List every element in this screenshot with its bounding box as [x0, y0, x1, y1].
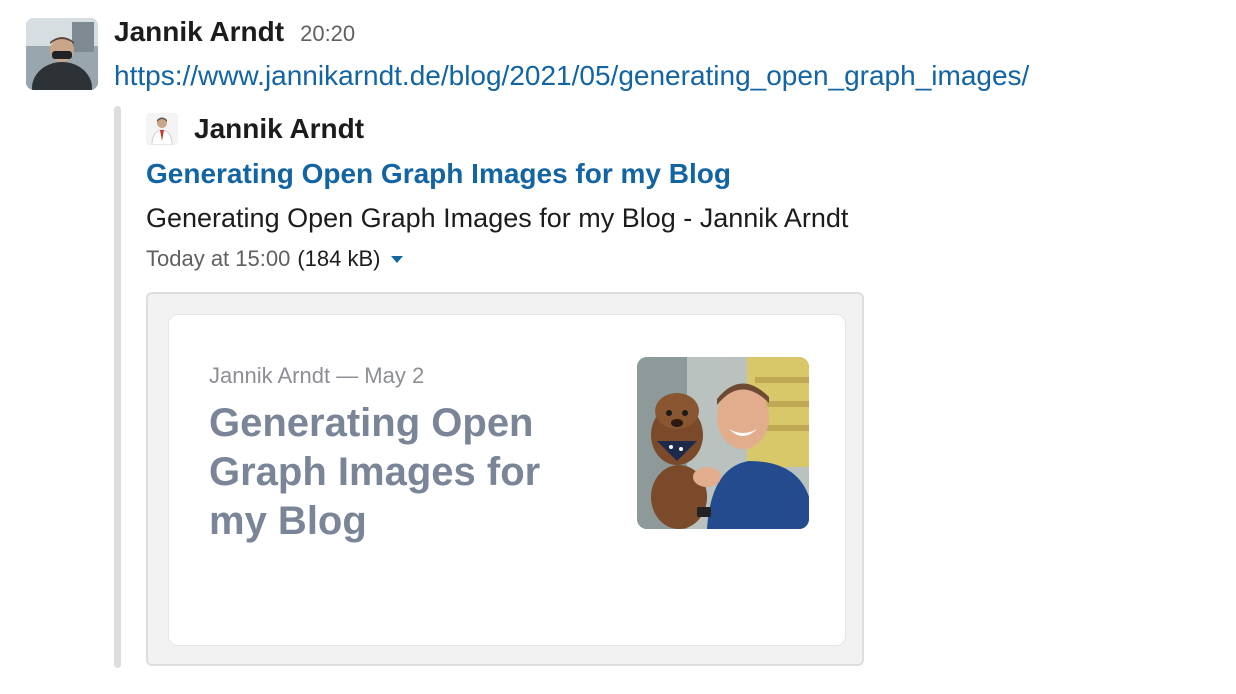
message: Jannik Arndt 20:20 https://www.jannikarn…: [0, 0, 1236, 694]
og-byline: Jannik Arndt — May 2: [209, 363, 425, 388]
message-link[interactable]: https://www.jannikarndt.de/blog/2021/05/…: [114, 60, 1029, 92]
og-heading: Generating Open Graph Images for my Blog: [209, 401, 541, 543]
link-unfurl: Jannik Arndt Generating Open Graph Image…: [146, 108, 1206, 276]
attachment-meta: Today at 15:00 (184 kB): [146, 242, 1206, 276]
caret-down-icon[interactable]: [390, 255, 403, 263]
message-header: Jannik Arndt 20:20: [114, 16, 355, 52]
sender-name[interactable]: Jannik Arndt: [114, 16, 284, 48]
sender-avatar[interactable]: [26, 18, 98, 90]
og-photo: [637, 357, 809, 529]
service-row: Jannik Arndt: [146, 108, 1206, 150]
attachment-text: Generating Open Graph Images for my Blog…: [146, 203, 849, 233]
og-image-card: Jannik Arndt — May 2 Generating Open Gra…: [168, 314, 846, 646]
attachment-bar: [114, 106, 121, 668]
attachment-title[interactable]: Generating Open Graph Images for my Blog: [146, 154, 1206, 194]
service-name: Jannik Arndt: [194, 113, 365, 144]
image-preview[interactable]: Jannik Arndt — May 2 Generating Open Gra…: [146, 292, 864, 666]
attachment-timestamp: Today at 15:00: [146, 246, 291, 271]
service-icon: [146, 113, 178, 145]
message-timestamp[interactable]: 20:20: [300, 21, 355, 47]
attachment-size: (184 kB): [297, 246, 381, 271]
